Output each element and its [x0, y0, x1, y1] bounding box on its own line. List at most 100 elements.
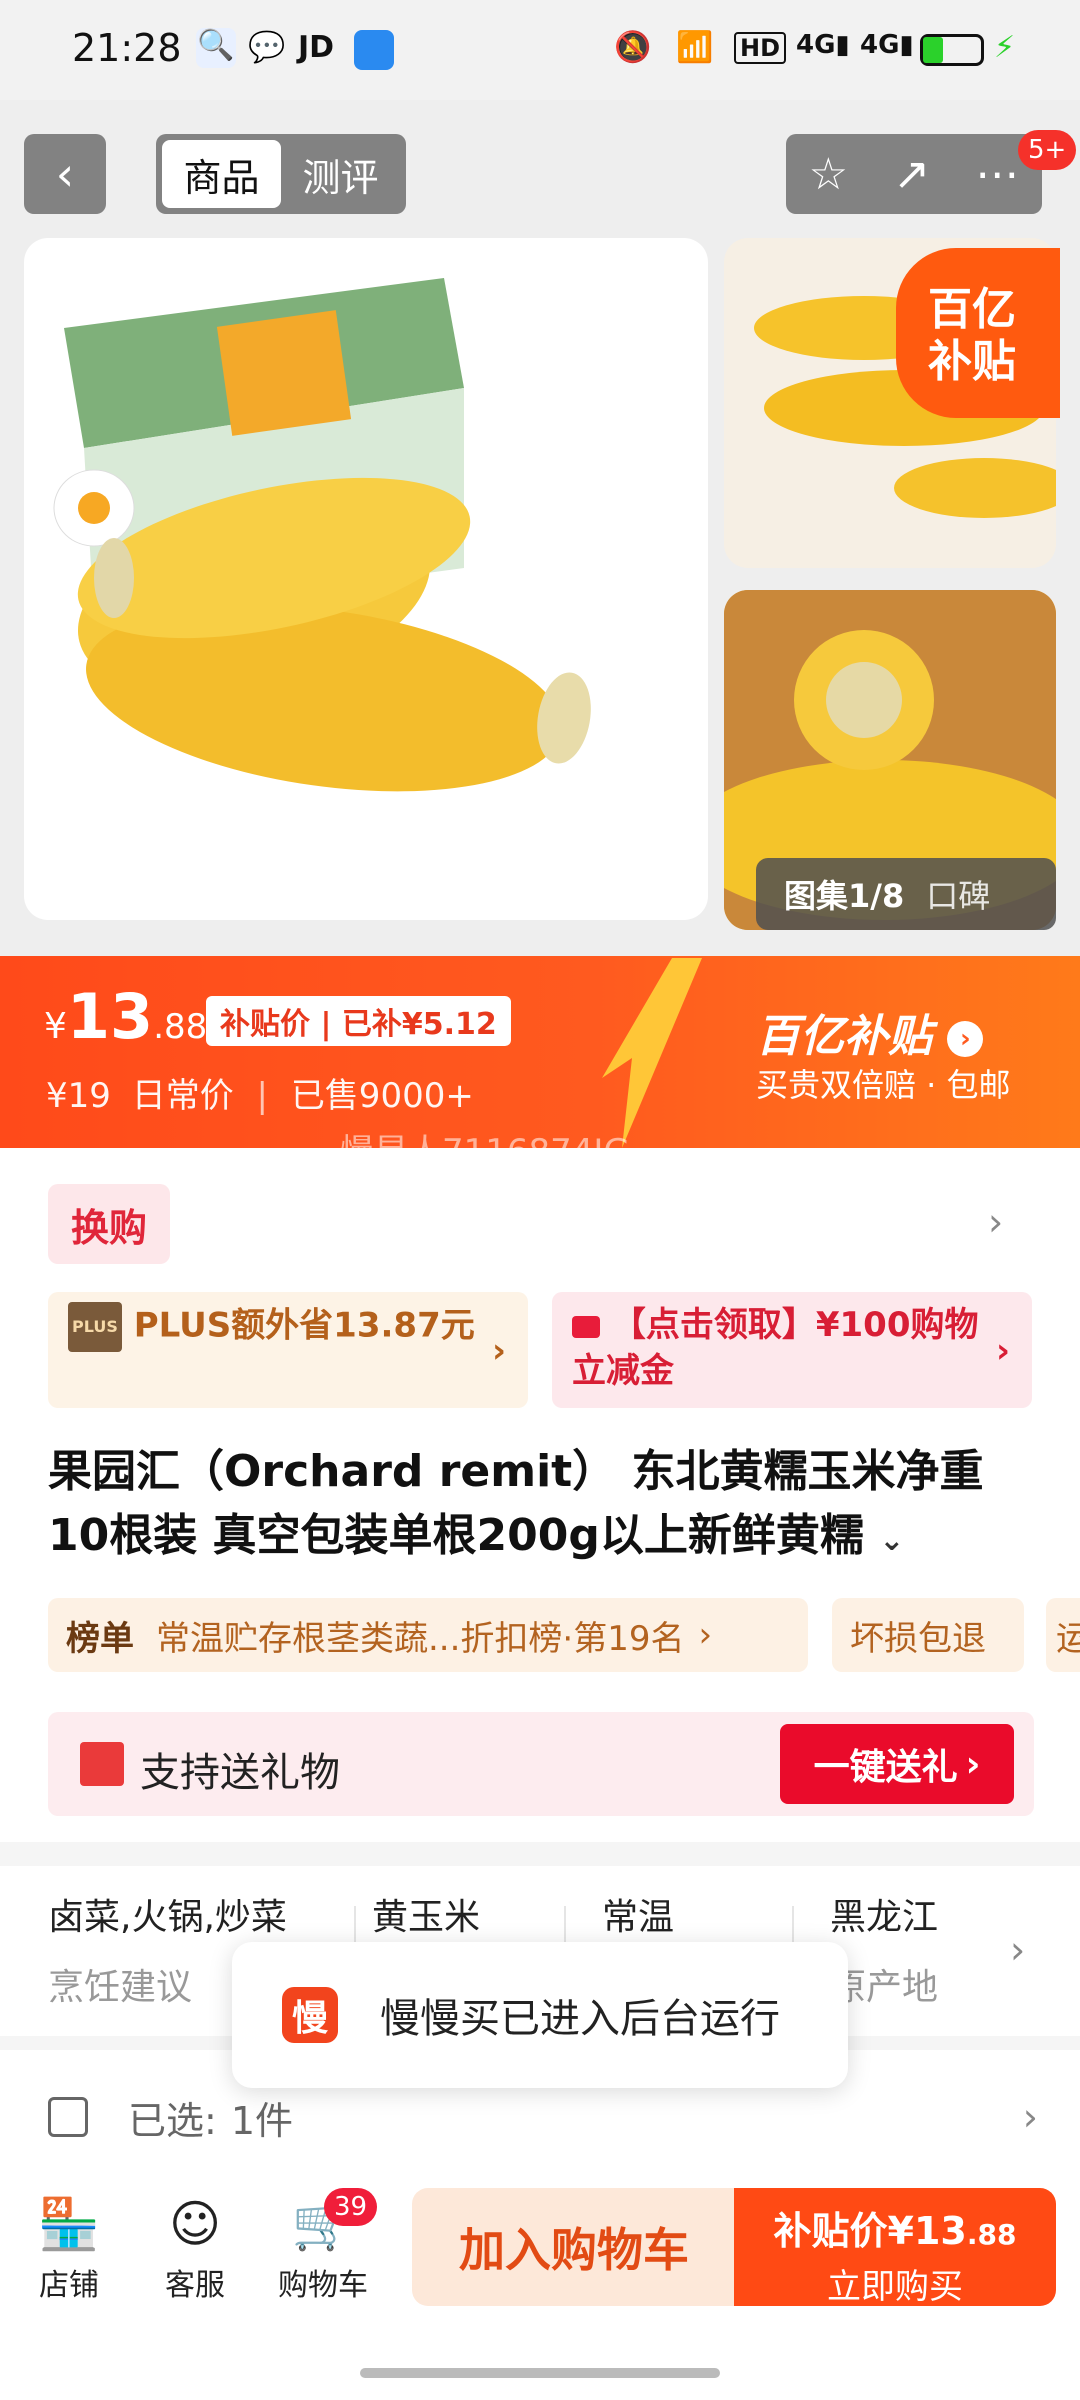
badge-line2: 补贴	[928, 336, 1016, 387]
original-price: ¥19	[46, 1076, 111, 1116]
top-tabs: 商品 测评	[156, 134, 406, 214]
hd-icon: HD	[734, 32, 787, 64]
price-integer: 13	[66, 980, 154, 1053]
chevron-right-icon: ›	[995, 1331, 1010, 1371]
product-title[interactable]: 果园汇（Orchard remit） 东北黄糯玉米净重10根装 真空包装单根20…	[48, 1440, 1038, 1573]
subsidy-program-subtitle: 买贵双倍赔 · 包邮	[756, 1066, 1011, 1104]
spec-value: 卤菜,火锅,炒菜	[48, 1897, 287, 1938]
swap-purchase-tag[interactable]: 换购	[48, 1184, 170, 1264]
card-icon	[572, 1315, 600, 1338]
plus-badge-icon: PLUS	[68, 1302, 122, 1352]
spec-value: 黑龙江	[830, 1897, 939, 1938]
chevron-left-icon: ‹	[55, 147, 75, 201]
status-time: 21:28	[72, 26, 182, 70]
customer-service-button[interactable]: ☺ 客服	[140, 2188, 250, 2304]
chevron-right-icon: ›	[1022, 2095, 1038, 2139]
jd-app-label: JD	[298, 30, 335, 65]
cart-label: 购物车	[278, 2268, 368, 2303]
buy-now-label: 立即购买	[827, 2267, 963, 2307]
store-icon: 🏪	[37, 2195, 101, 2253]
app-icon	[354, 30, 394, 70]
spec-divider	[564, 1906, 566, 1946]
cart-count-badge: 39	[324, 2188, 378, 2226]
buy-price-decimal: .88	[966, 2218, 1017, 2251]
main-product-image[interactable]	[24, 238, 708, 920]
more-icon[interactable]: ⋯	[975, 149, 1019, 200]
banner-lightning-graphic	[592, 958, 712, 1148]
subsidy-tag: 补贴价 | 已补¥5.12	[206, 996, 511, 1046]
gift-label: 支持送礼物	[140, 1750, 340, 1796]
price-secondary: ¥19 日常价 | 已售9000+	[46, 1068, 474, 1117]
subsidy-program-link[interactable]: 百亿补贴 ›	[756, 1000, 984, 1064]
send-gift-label: 一键送礼	[813, 1747, 958, 1788]
buy-price-label: 补贴价¥13	[773, 2209, 967, 2253]
selected-value: 1件	[230, 2098, 293, 2143]
spec-divider	[354, 1906, 356, 1946]
back-button[interactable]: ‹	[24, 134, 106, 214]
subsidy-badge: 百亿 补贴	[896, 248, 1060, 418]
separator: |	[256, 1076, 268, 1116]
chevron-right-icon: ›	[491, 1331, 506, 1371]
service-face-icon: ☺	[168, 2195, 222, 2253]
status-bar: 21:28 🔍 💬 JD 🔕 📶 HD 4G▮ 4G▮ ⚡	[0, 0, 1080, 100]
send-gift-button[interactable]: 一键送礼 ›	[780, 1724, 1014, 1804]
search-app-icon: 🔍	[196, 28, 236, 68]
signal-4g-1-icon: 4G▮	[796, 30, 850, 60]
store-label: 店铺	[39, 2268, 99, 2303]
specs-chevron-icon[interactable]: ›	[1010, 1928, 1025, 1972]
chevron-right-icon: ›	[947, 1021, 984, 1057]
mute-icon: 🔕	[614, 30, 652, 65]
battery-icon	[920, 34, 984, 66]
charging-icon: ⚡	[994, 30, 1016, 65]
more-badge: 5+	[1018, 130, 1077, 170]
selection-icon	[48, 2097, 88, 2137]
subsidy-program-title: 百亿补贴	[756, 1011, 932, 1062]
selected-label: 已选:	[128, 2098, 217, 2143]
chevron-right-icon: ›	[698, 1615, 713, 1655]
wechat-icon: 💬	[248, 30, 286, 65]
tab-product[interactable]: 商品	[162, 140, 281, 208]
current-price: ¥13.88	[44, 980, 207, 1053]
background-toast: 慢 慢慢买已进入后台运行	[232, 1942, 848, 2088]
gift-icon	[80, 1742, 124, 1786]
selected-row[interactable]: 已选: 1件 ›	[48, 2082, 1038, 2152]
rank-chip[interactable]: 榜单 常温贮存根茎类蔬...折扣榜·第19名 ›	[48, 1598, 808, 1672]
favorite-star-icon[interactable]: ☆	[809, 149, 848, 200]
signal-4g-2-icon: 4G▮	[860, 30, 914, 60]
chevron-right-icon: ›	[965, 1743, 981, 1785]
expand-chevron-icon[interactable]: ⌄	[879, 1523, 904, 1558]
price-symbol: ¥	[44, 1006, 67, 1047]
more-chip[interactable]: 运	[1046, 1598, 1080, 1672]
swap-chevron-icon[interactable]: ›	[988, 1200, 1003, 1244]
add-to-cart-button[interactable]: 加入购物车	[412, 2188, 736, 2306]
home-indicator[interactable]	[360, 2368, 720, 2378]
damage-return-chip[interactable]: 坏损包退	[832, 1598, 1024, 1672]
spec-divider	[792, 1906, 794, 1946]
reviews-link[interactable]: 口碑	[926, 871, 990, 917]
service-label: 客服	[165, 2268, 225, 2303]
product-title-text: 果园汇（Orchard remit） 东北黄糯玉米净重10根装 真空包装单根20…	[48, 1446, 984, 1561]
spec-value: 常温	[602, 1897, 675, 1938]
daily-price-label: 日常价	[131, 1076, 234, 1116]
spec-value: 黄玉米	[372, 1897, 481, 1938]
buy-now-button[interactable]: 补贴价¥13.88 立即购买	[734, 2188, 1056, 2307]
toast-text: 慢慢买已进入后台运行	[380, 1996, 780, 2042]
share-icon[interactable]: ↗	[893, 149, 930, 200]
rank-text: 常温贮存根茎类蔬...折扣榜·第19名	[156, 1618, 685, 1659]
rank-label: 榜单	[66, 1618, 134, 1659]
gallery-counter-text: 图集1/8	[784, 877, 905, 915]
coupon-promo[interactable]: 【点击领取】¥100购物立减金 ›	[552, 1292, 1032, 1408]
badge-line1: 百亿	[928, 284, 1016, 335]
top-actions: ☆ ↗ ⋯	[786, 134, 1042, 214]
wifi-icon: 📶	[676, 30, 714, 65]
manmanmai-logo-icon: 慢	[282, 1987, 338, 2043]
coupon-promo-text: 【点击领取】¥100购物立减金	[572, 1305, 979, 1391]
tab-review[interactable]: 测评	[281, 140, 400, 208]
plus-promo-text: PLUS额外省13.87元	[133, 1305, 475, 1346]
sold-count: 已售9000+	[290, 1076, 474, 1116]
store-button[interactable]: 🏪 店铺	[14, 2188, 124, 2304]
buy-price: 补贴价¥13.88	[734, 2200, 1056, 2255]
section-divider	[0, 1842, 1080, 1866]
plus-promo[interactable]: PLUS PLUS额外省13.87元 ›	[48, 1292, 528, 1408]
gallery-counter[interactable]: 图集1/8 口碑	[756, 858, 1056, 930]
